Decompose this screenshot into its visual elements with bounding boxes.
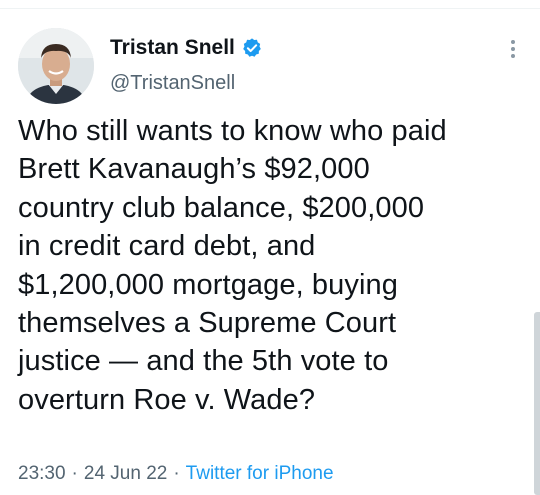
verified-badge-icon (241, 37, 263, 59)
tweet-header: Tristan Snell @TristanSnell (18, 28, 528, 104)
tweet-meta: 23:30 · 24 Jun 22 · Twitter for iPhone (18, 462, 334, 486)
tweet-text-line: $1,200,000 mortgage, buying (18, 268, 398, 301)
more-options-icon[interactable] (506, 38, 520, 62)
author-name-row[interactable]: Tristan Snell (110, 36, 263, 60)
tweet-text-line: themselves a Supreme Court (18, 307, 397, 340)
meta-separator: · (173, 463, 180, 484)
author-handle[interactable]: @TristanSnell (110, 71, 235, 95)
tweet-time[interactable]: 23:30 (18, 463, 66, 484)
tweet-date[interactable]: 24 Jun 22 (84, 463, 167, 484)
tweet-text-line: country club balance, $200,000 (18, 191, 425, 224)
profile-photo-icon (18, 28, 94, 104)
author-display-name[interactable]: Tristan Snell (110, 36, 235, 60)
tweet-text-line: overturn Roe v. Wade? (18, 383, 316, 416)
tweet-text-line: Brett Kavanaugh’s $92,000 (18, 153, 370, 186)
tweet-text-line: justice — and the 5th vote to (18, 345, 389, 378)
tweet-text-line: Who still wants to know who paid (18, 115, 447, 147)
scrollbar[interactable] (534, 312, 540, 495)
tweet-text: Who still wants to know who paid Brett K… (18, 112, 528, 419)
tweet-source-link[interactable]: Twitter for iPhone (186, 463, 334, 484)
top-divider (0, 8, 540, 9)
avatar[interactable] (18, 28, 94, 104)
tweet-text-line: in credit card debt, and (18, 230, 316, 263)
meta-separator: · (71, 463, 78, 484)
